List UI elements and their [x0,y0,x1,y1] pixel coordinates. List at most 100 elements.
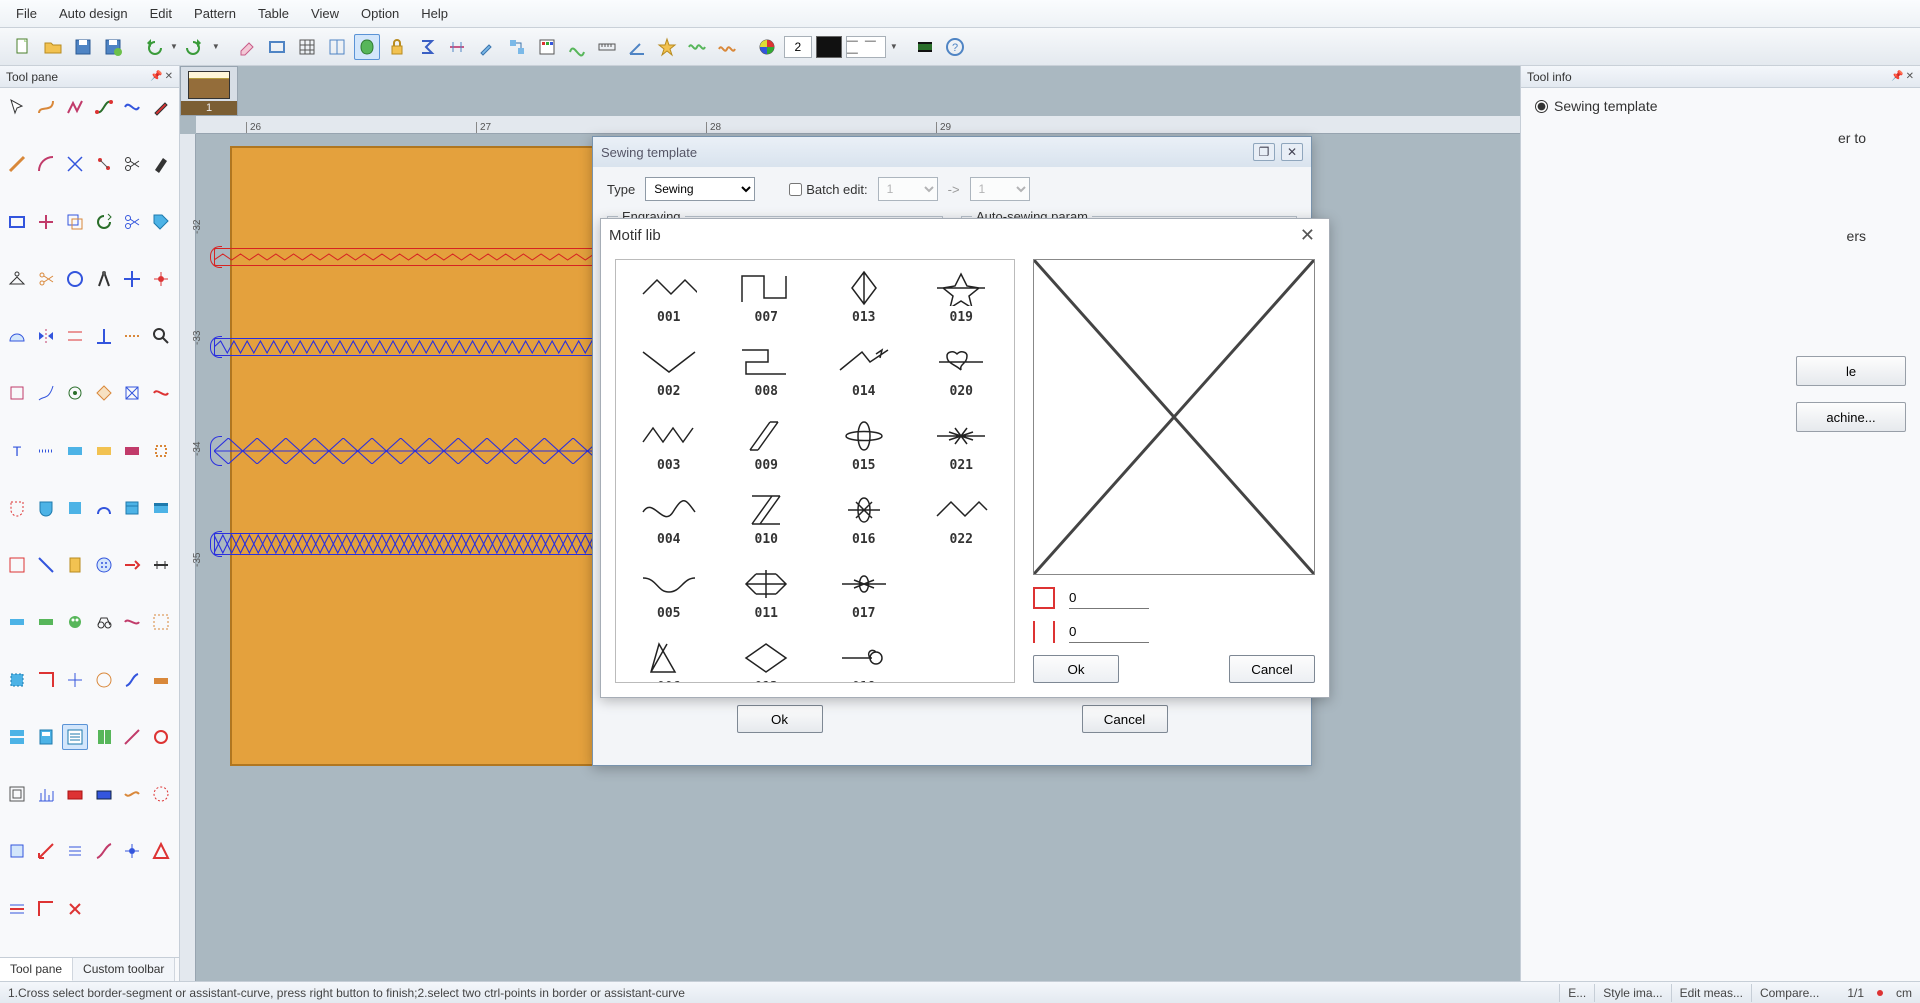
radio-input[interactable] [1535,100,1548,113]
motif-item[interactable]: 012 [722,638,812,683]
tab-custom-toolbar[interactable]: Custom toolbar [73,958,175,981]
f5-icon[interactable] [119,724,145,750]
menu-help[interactable]: Help [411,2,458,25]
scissors-icon[interactable] [119,151,145,177]
menu-option[interactable]: Option [351,2,409,25]
circle-icon[interactable] [62,266,88,292]
lock-icon[interactable] [384,34,410,60]
h4-icon[interactable] [91,838,117,864]
e2-icon[interactable] [33,667,59,693]
c3-icon[interactable] [62,552,88,578]
redo-dropdown-icon[interactable]: ▼ [212,42,220,51]
redo-icon[interactable] [182,34,208,60]
type-select[interactable]: Sewing [645,177,755,201]
rotate-icon[interactable] [91,209,117,235]
protractor-icon[interactable] [4,323,30,349]
help-icon[interactable]: ? [942,34,968,60]
angle-icon[interactable] [624,34,650,60]
close-icon[interactable]: ✕ [1281,143,1303,161]
d4-icon[interactable] [91,609,117,635]
motif-cancel-button[interactable]: Cancel [1229,655,1315,683]
motif-item[interactable]: 008 [722,342,812,412]
hanger-icon[interactable] [4,266,30,292]
wave2-icon[interactable] [714,34,740,60]
c2-icon[interactable] [33,552,59,578]
batch-edit-checkbox[interactable]: Batch edit: [789,182,867,197]
d5-icon[interactable] [119,609,145,635]
h6-icon[interactable] [148,838,174,864]
pocket1-icon[interactable] [4,495,30,521]
menu-edit[interactable]: Edit [140,2,182,25]
perpend-icon[interactable] [91,323,117,349]
tool-a2-icon[interactable] [33,380,59,406]
compass-icon[interactable] [91,266,117,292]
pocket2-icon[interactable] [33,495,59,521]
film-icon[interactable] [912,34,938,60]
linestyle-picker[interactable]: — — — [846,36,886,58]
tool-a1-icon[interactable] [4,380,30,406]
g1-icon[interactable] [4,781,30,807]
grid-icon[interactable] [294,34,320,60]
g3-icon[interactable] [62,781,88,807]
tool-a3-icon[interactable] [62,380,88,406]
info-button-1[interactable]: le [1796,356,1906,386]
motif-item[interactable]: 007 [722,268,812,338]
open-icon[interactable] [40,34,66,60]
addnode-icon[interactable] [148,266,174,292]
colorwheel-icon[interactable] [754,34,780,60]
sewing-ok-button[interactable]: Ok [737,705,823,733]
motif-item[interactable]: 017 [819,564,909,634]
polyline-icon[interactable] [62,94,88,120]
stitch-row-2[interactable] [214,338,656,356]
motif-item[interactable]: 018 [819,638,909,683]
status-tab[interactable]: Compare... [1751,984,1827,1002]
text-icon[interactable]: T [4,438,30,464]
motif-item[interactable]: 002 [624,342,714,412]
motif-item[interactable]: 009 [722,416,812,486]
batch-checkbox-input[interactable] [789,183,802,196]
motif-item[interactable]: 021 [917,416,1007,486]
tool-b6-icon[interactable] [148,438,174,464]
saveas-icon[interactable] [100,34,126,60]
pin-icon[interactable]: 📌 [1891,71,1903,82]
motif-item[interactable]: 019 [917,268,1007,338]
motif-item[interactable]: 022 [917,490,1007,560]
d6-icon[interactable] [148,609,174,635]
motif-item[interactable]: 004 [624,490,714,560]
stitch-row-3[interactable] [214,438,656,464]
e1-icon[interactable] [4,667,30,693]
page-thumbnail[interactable] [188,71,230,99]
pocket6-icon[interactable] [148,495,174,521]
d1-icon[interactable] [4,609,30,635]
sigma-icon[interactable] [414,34,440,60]
tool-a5-icon[interactable] [119,380,145,406]
pen-icon[interactable] [148,94,174,120]
motif-item[interactable] [917,564,1007,634]
status-tab[interactable]: Style ima... [1594,984,1670,1002]
c5-icon[interactable] [119,552,145,578]
motif-item[interactable]: 020 [917,342,1007,412]
move-icon[interactable] [119,266,145,292]
brush-icon[interactable] [474,34,500,60]
pocket3-icon[interactable] [62,495,88,521]
i1-icon[interactable] [4,896,30,922]
f6-icon[interactable] [148,724,174,750]
pocket4-icon[interactable] [91,495,117,521]
zoom-icon[interactable] [148,323,174,349]
menu-autodesign[interactable]: Auto design [49,2,138,25]
motif-item[interactable]: 013 [819,268,909,338]
button-icon[interactable] [91,552,117,578]
motif-item[interactable]: 015 [819,416,909,486]
dialog-titlebar[interactable]: Sewing template ❐ ✕ [593,137,1311,167]
seam-icon[interactable] [119,323,145,349]
f1-icon[interactable] [4,724,30,750]
undo-dropdown-icon[interactable]: ▼ [170,42,178,51]
restore-icon[interactable]: ❐ [1253,143,1275,161]
frame-icon[interactable] [264,34,290,60]
tag-icon[interactable] [148,209,174,235]
star-icon[interactable] [654,34,680,60]
g2-icon[interactable] [33,781,59,807]
spline-icon[interactable] [119,94,145,120]
motif-ok-button[interactable]: Ok [1033,655,1119,683]
tab-toolpane[interactable]: Tool pane [0,958,73,981]
